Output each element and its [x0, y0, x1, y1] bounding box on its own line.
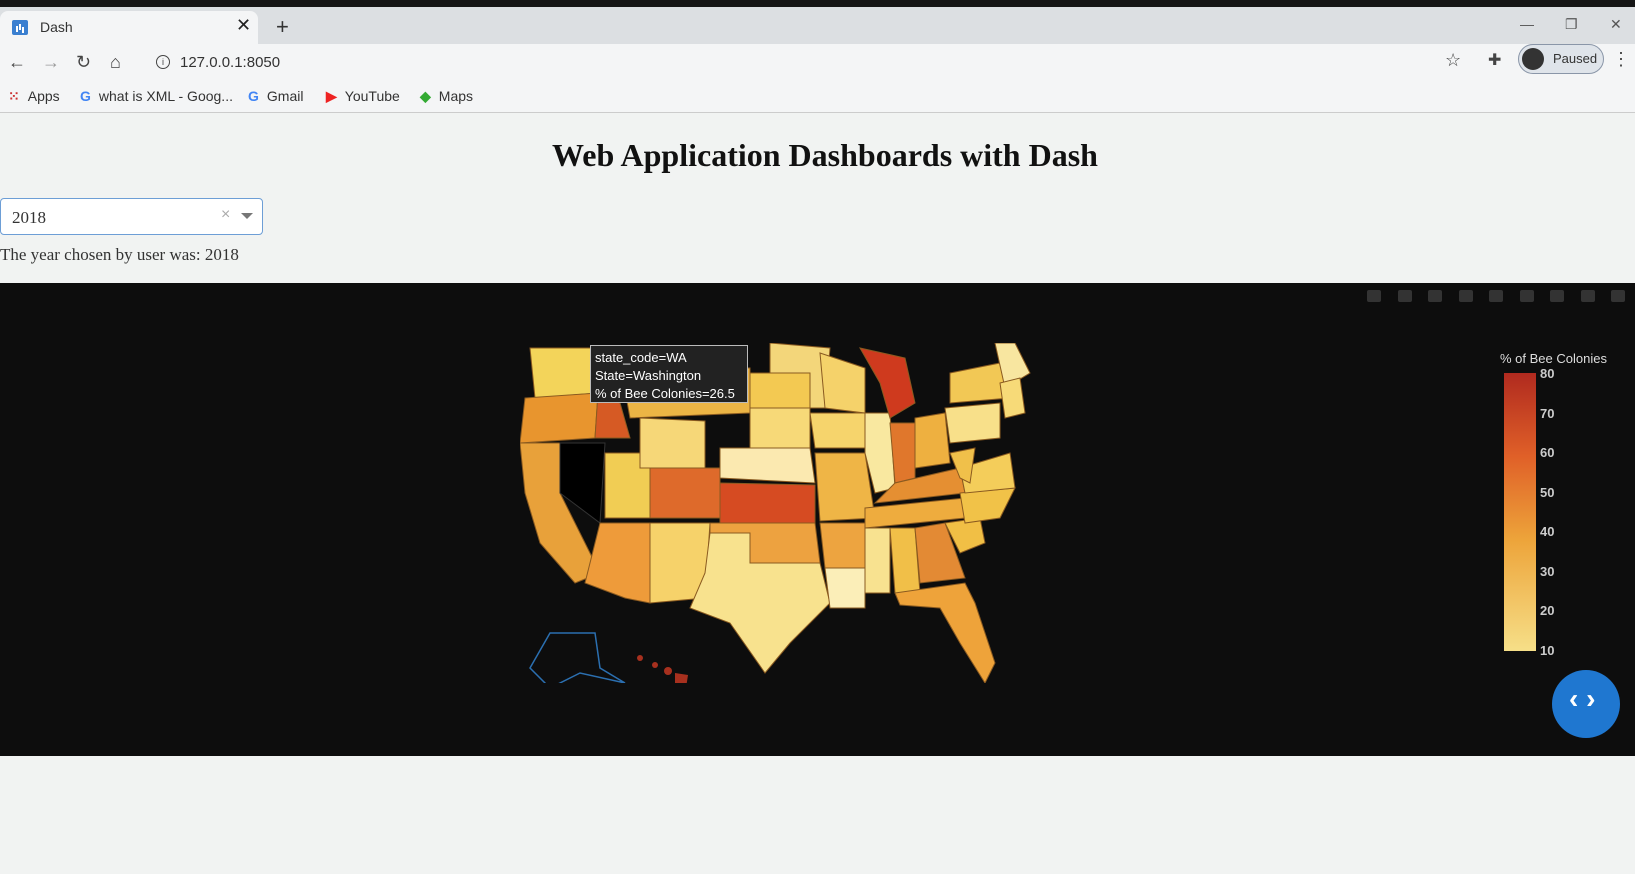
state-az	[584, 522, 651, 604]
url-text[interactable]: 127.0.0.1:8050	[180, 54, 280, 71]
hover-tooltip: state_code=WA State=Washington % of Bee …	[590, 345, 748, 403]
dash-debug-button[interactable]: ‹ ›	[1552, 670, 1620, 738]
colorbar-tick-label: 80	[1540, 366, 1555, 381]
colorbar-tick-label: 50	[1540, 484, 1555, 500]
state-ks	[719, 482, 816, 524]
state-fl	[894, 582, 996, 683]
state-mi	[859, 347, 916, 419]
camera-icon[interactable]	[1367, 289, 1382, 302]
state-pa	[944, 402, 1001, 444]
colorbar-tick-label: 40	[1540, 524, 1555, 539]
restore-icon[interactable]: ❐	[1565, 16, 1578, 33]
state-ms	[864, 527, 891, 594]
bookmark-label: Apps	[27, 88, 60, 104]
colorbar-title: % of Bee Colonies	[1500, 351, 1607, 366]
colorbar-tick-label: 60	[1540, 445, 1555, 460]
colorbar-tick-label: 10	[1540, 642, 1555, 658]
extensions-puzzle-icon[interactable]: ✚	[1488, 50, 1501, 70]
state-oh	[914, 412, 951, 469]
bookmark-youtube[interactable]: ▶ YouTube	[326, 88, 400, 105]
choropleth-graph[interactable]: state_code=WA State=Washington % of Bee …	[0, 283, 1635, 756]
window-border	[0, 0, 1635, 7]
reset-icon[interactable]	[1550, 289, 1565, 302]
new-tab-button[interactable]: +	[276, 14, 289, 40]
bookmark-label: Maps	[438, 88, 474, 104]
selected-year-output: The year chosen by user was: 2018	[0, 245, 239, 264]
tooltip-line: State=Washington	[595, 368, 702, 383]
clear-icon[interactable]: ×	[221, 206, 230, 224]
home-icon[interactable]: ⌂	[110, 52, 121, 73]
dropdown-value: 2018	[12, 208, 46, 227]
year-dropdown[interactable]: 2018 ×	[0, 198, 263, 235]
minimize-icon[interactable]: —	[1520, 16, 1534, 32]
zoom-out-icon[interactable]	[1519, 289, 1534, 302]
state-or	[520, 392, 599, 444]
profile-button[interactable]: Paused	[1518, 44, 1604, 74]
tab-close-icon[interactable]: ✕	[236, 15, 251, 36]
state-nd	[749, 372, 811, 409]
state-ia	[809, 412, 866, 449]
reload-icon[interactable]: ↻	[76, 52, 91, 73]
colorbar-tick-label: 70	[1540, 405, 1555, 421]
tooltip-line: state_code=WA	[595, 350, 687, 365]
colorbar-tick-label: 30	[1540, 563, 1555, 579]
tab-strip: Dash ✕ + — ❐ ✕	[0, 7, 1635, 44]
bookmark-apps[interactable]: ⁙ Apps	[8, 88, 60, 105]
state-hi	[637, 655, 688, 683]
tab-title: Dash	[40, 19, 73, 35]
browser-menu-icon[interactable]: ⋮	[1612, 49, 1630, 70]
window-close-icon[interactable]: ✕	[1610, 16, 1622, 33]
bookmark-maps[interactable]: ◆ Maps	[420, 88, 473, 105]
code-brackets-icon: ‹ ›	[1569, 683, 1596, 714]
bookmark-star-icon[interactable]: ☆	[1445, 50, 1461, 71]
browser-toolbar: ← → ↻ ⌂ i 127.0.0.1:8050 ☆ ✚ Paused ⋮	[0, 44, 1635, 82]
bookmark-gmail[interactable]: G Gmail	[248, 88, 303, 104]
zoom-in-icon[interactable]	[1489, 289, 1504, 302]
profile-status: Paused	[1553, 51, 1598, 66]
state-wy	[639, 417, 706, 469]
bookmark-xml[interactable]: Gwhat is XML - Goog...	[80, 88, 233, 104]
hover-icon[interactable]	[1580, 289, 1595, 302]
avatar	[1522, 48, 1544, 70]
plotly-logo-icon[interactable]	[1611, 289, 1625, 302]
plotly-modebar	[1355, 287, 1625, 305]
lasso-icon[interactable]	[1458, 289, 1473, 302]
state-sd	[749, 407, 811, 449]
forward-icon[interactable]: →	[42, 52, 60, 73]
tooltip-line: % of Bee Colonies=26.5	[595, 386, 735, 401]
box-select-icon[interactable]	[1428, 289, 1443, 302]
state-nc	[959, 487, 1016, 524]
dash-page: Web Application Dashboards with Dash 201…	[0, 113, 1635, 874]
state-new-england	[999, 377, 1026, 419]
state-ne	[719, 447, 816, 484]
state-in	[889, 422, 916, 484]
page-title: Web Application Dashboards with Dash	[552, 137, 1098, 173]
maps-icon: ◆	[420, 88, 431, 104]
bookmark-label: Gmail	[266, 88, 304, 104]
state-la	[824, 567, 866, 609]
browser-window: Dash ✕ + — ❐ ✕ ← → ↻ ⌂ i 127.0.0.1:8050 …	[0, 0, 1635, 874]
state-co	[649, 467, 721, 519]
bookmark-label: YouTube	[344, 88, 400, 104]
back-icon[interactable]: ←	[8, 52, 26, 73]
state-ar	[819, 522, 871, 569]
bookmarks-bar: ⁙ Apps Gwhat is XML - Goog... G Gmail ▶ You…	[0, 82, 1635, 113]
google-icon: G	[80, 88, 91, 104]
info-icon[interactable]: i	[156, 55, 170, 69]
google-icon: G	[248, 88, 259, 104]
pan-icon[interactable]	[1397, 289, 1412, 302]
youtube-icon: ▶	[326, 88, 337, 104]
state-ak	[529, 632, 626, 683]
bookmark-label: what is XML - Goog...	[98, 88, 233, 104]
state-wi	[819, 352, 866, 414]
chevron-down-icon[interactable]	[241, 213, 253, 219]
address-bar[interactable]: i 127.0.0.1:8050	[146, 48, 1446, 78]
colorbar-gradient	[1504, 373, 1536, 651]
state-wa	[529, 347, 599, 399]
apps-grid-icon: ⁙	[8, 88, 20, 104]
colorbar-tick-label: 20	[1540, 603, 1555, 618]
tab-dash[interactable]: Dash ✕	[0, 11, 258, 44]
dash-favicon-icon	[12, 20, 28, 35]
